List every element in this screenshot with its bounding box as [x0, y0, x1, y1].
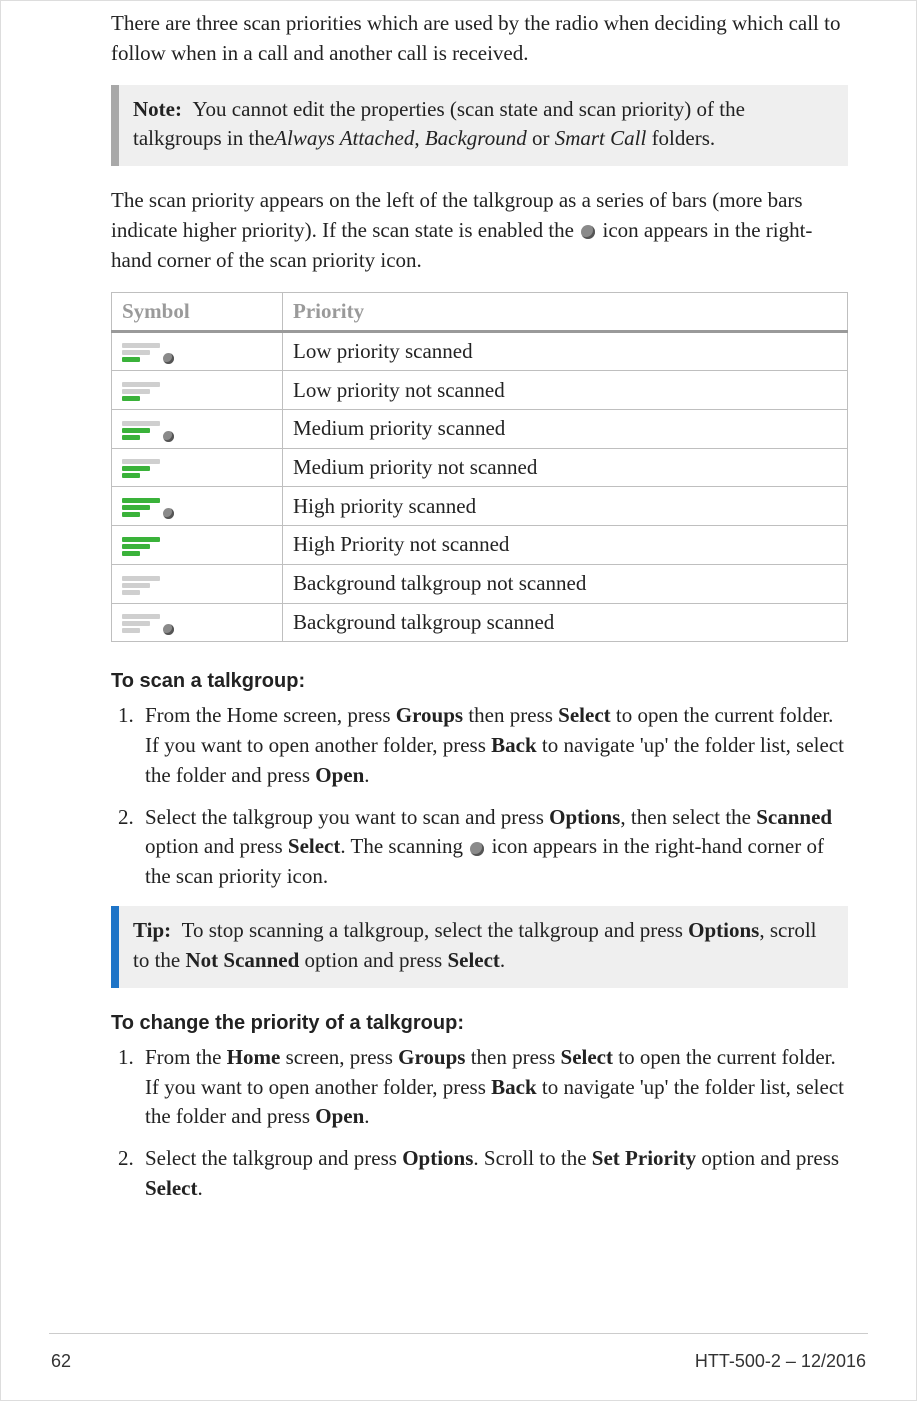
- high-notscanned-icon: [122, 535, 174, 558]
- footer-rule: [49, 1333, 868, 1334]
- table-row: Background talkgroup not scanned: [112, 564, 848, 603]
- page-number: 62: [51, 1351, 71, 1372]
- scan-state-icon: [581, 225, 595, 239]
- scan-talkgroup-heading: To scan a talkgroup:: [111, 670, 848, 693]
- priority-table: Symbol Priority Low priority scanned Low…: [111, 292, 848, 643]
- table-row: High Priority not scanned: [112, 526, 848, 565]
- low-notscanned-icon: [122, 380, 174, 403]
- col-symbol: Symbol: [112, 292, 283, 331]
- priority-label: Medium priority not scanned: [283, 448, 848, 487]
- priority-label: High Priority not scanned: [283, 526, 848, 565]
- priority-label: High priority scanned: [283, 487, 848, 526]
- priority-label: Background talkgroup not scanned: [283, 564, 848, 603]
- note-label: Note:: [133, 97, 182, 121]
- priority-label: Background talkgroup scanned: [283, 603, 848, 642]
- low-scanned-icon: [122, 341, 174, 364]
- priority-steps: From the Home screen, press Groups then …: [111, 1043, 848, 1204]
- table-row: High priority scanned: [112, 487, 848, 526]
- tip-label: Tip:: [133, 918, 171, 942]
- intro-paragraph: There are three scan priorities which ar…: [111, 9, 848, 69]
- note-callout: Note: You cannot edit the properties (sc…: [111, 85, 848, 167]
- scan-priority-paragraph: The scan priority appears on the left of…: [111, 186, 848, 275]
- step-1: From the Home screen, press Groups then …: [139, 701, 848, 790]
- table-row: Low priority not scanned: [112, 371, 848, 410]
- tip-callout: Tip: To stop scanning a talkgroup, selec…: [111, 906, 848, 988]
- bg-scanned-icon: [122, 612, 174, 635]
- table-row: Medium priority not scanned: [112, 448, 848, 487]
- table-row: Background talkgroup scanned: [112, 603, 848, 642]
- high-scanned-icon: [122, 496, 174, 519]
- change-priority-heading: To change the priority of a talkgroup:: [111, 1012, 848, 1035]
- priority-label: Low priority scanned: [283, 331, 848, 371]
- medium-scanned-icon: [122, 419, 174, 442]
- table-row: Low priority scanned: [112, 331, 848, 371]
- content: There are three scan priorities which ar…: [111, 1, 848, 1204]
- step-2: Select the talkgroup and press Options. …: [139, 1144, 848, 1204]
- doc-id: HTT-500-2 – 12/2016: [695, 1351, 866, 1372]
- page: There are three scan priorities which ar…: [0, 0, 917, 1401]
- page-footer: 62 HTT-500-2 – 12/2016: [1, 1351, 916, 1372]
- medium-notscanned-icon: [122, 457, 174, 480]
- bg-notscanned-icon: [122, 574, 174, 597]
- scan-steps: From the Home screen, press Groups then …: [111, 701, 848, 892]
- step-1: From the Home screen, press Groups then …: [139, 1043, 848, 1132]
- priority-label: Medium priority scanned: [283, 410, 848, 449]
- scanning-icon: [470, 842, 484, 856]
- table-row: Medium priority scanned: [112, 410, 848, 449]
- col-priority: Priority: [283, 292, 848, 331]
- priority-label: Low priority not scanned: [283, 371, 848, 410]
- tip-text: Tip: To stop scanning a talkgroup, selec…: [133, 916, 830, 976]
- step-2: Select the talkgroup you want to scan an…: [139, 803, 848, 892]
- note-text: Note: You cannot edit the properties (sc…: [133, 95, 830, 155]
